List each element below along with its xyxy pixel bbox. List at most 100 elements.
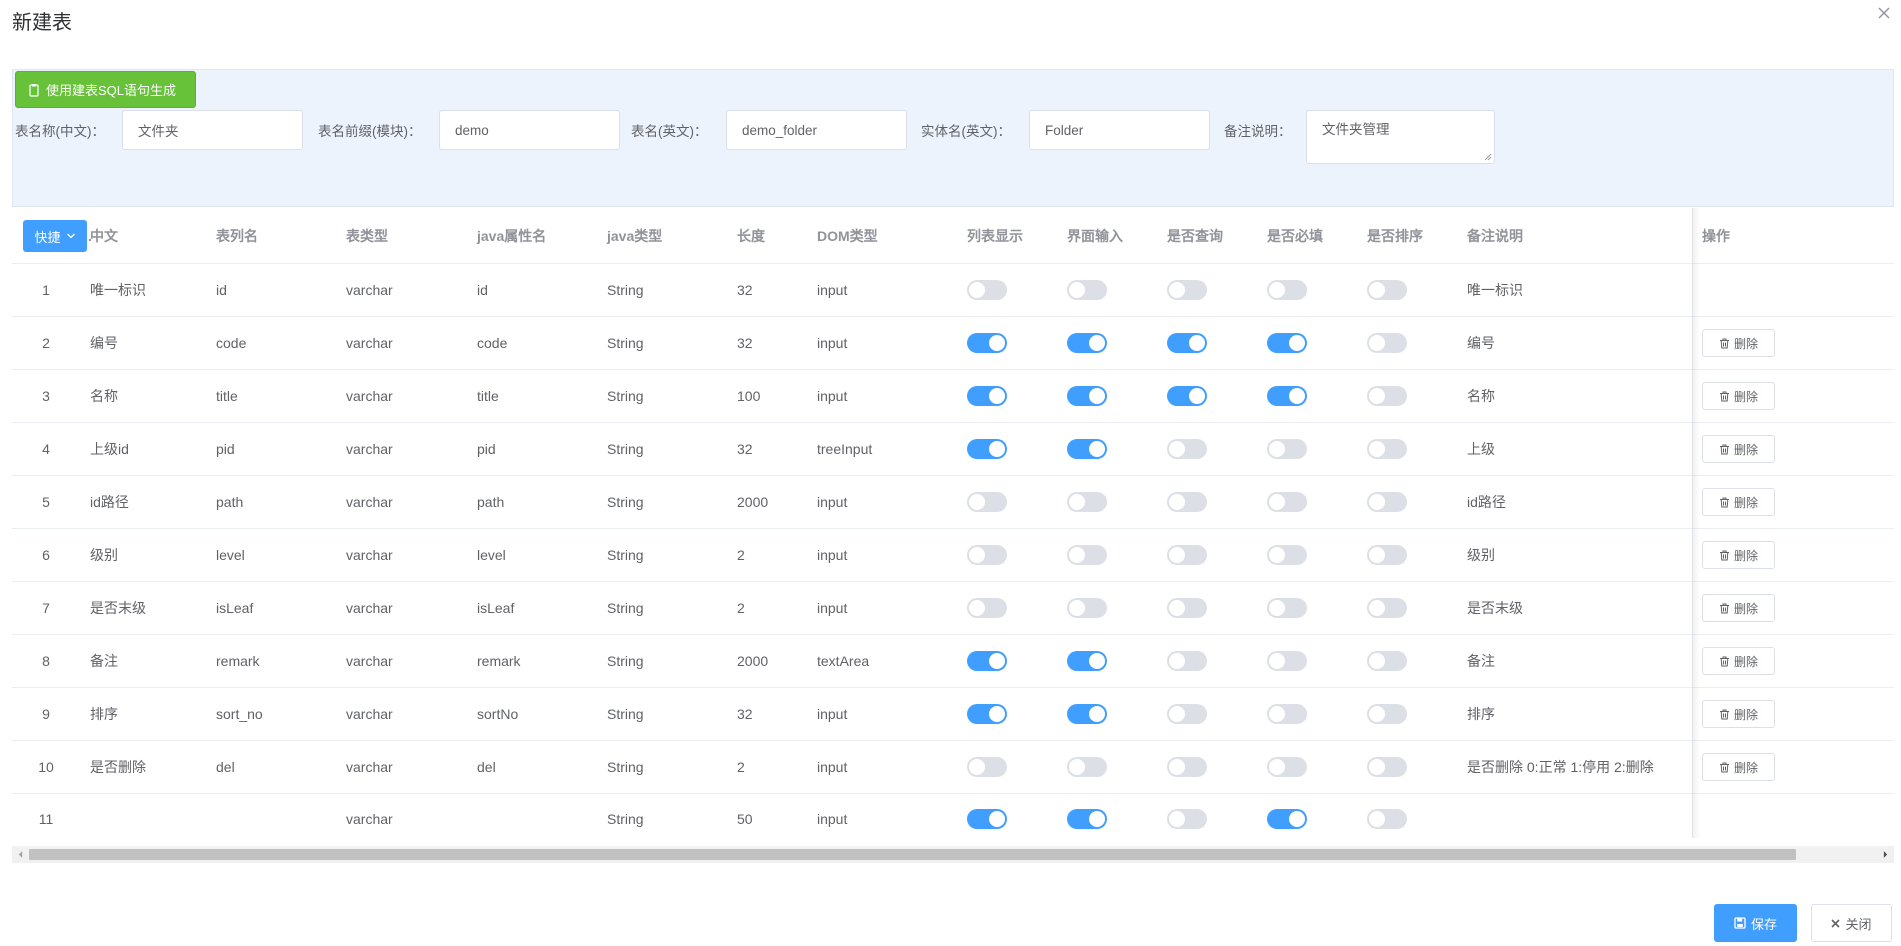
entity-name-input[interactable]: Folder: [1029, 110, 1210, 150]
table-prefix-input[interactable]: demo: [439, 110, 620, 150]
list-display-switch[interactable]: [967, 386, 1007, 406]
cell-java-type: String: [607, 547, 644, 563]
cell-remark: 级别: [1467, 547, 1495, 563]
delete-button[interactable]: 删除: [1702, 488, 1775, 516]
table-row: 11 varchar String 50 input: [12, 794, 1894, 838]
form-input-switch[interactable]: [1067, 280, 1107, 300]
delete-button[interactable]: 删除: [1702, 594, 1775, 622]
table-name-en-input[interactable]: demo_folder: [726, 110, 907, 150]
is-query-switch[interactable]: [1167, 651, 1207, 671]
delete-button[interactable]: 删除: [1702, 382, 1775, 410]
is-sort-switch[interactable]: [1367, 808, 1407, 829]
list-display-switch[interactable]: [967, 492, 1007, 512]
trash-icon: [1719, 603, 1729, 613]
is-query-switch[interactable]: [1167, 280, 1207, 300]
cell-is-required: [1267, 635, 1357, 687]
list-display-switch[interactable]: [967, 439, 1007, 459]
cell-form-input: [1067, 317, 1157, 369]
form-input-switch[interactable]: [1067, 757, 1107, 777]
quick-dropdown-button[interactable]: 快捷: [23, 220, 87, 252]
trash-icon: [1719, 550, 1729, 560]
cell-dom-type: input: [817, 810, 848, 827]
form-input-switch[interactable]: [1067, 598, 1107, 618]
is-query-switch[interactable]: [1167, 386, 1207, 406]
is-sort-switch[interactable]: [1367, 280, 1407, 300]
table-row: 2 编号 code varchar code String 32 input 编号 删除: [12, 317, 1894, 370]
cell-java-type: String: [607, 759, 644, 775]
list-display-switch[interactable]: [967, 280, 1007, 300]
is-sort-switch[interactable]: [1367, 333, 1407, 353]
cell-remark: 是否末级: [1467, 600, 1523, 616]
is-required-switch[interactable]: [1267, 704, 1307, 724]
list-display-switch[interactable]: [967, 598, 1007, 618]
cell-is-required: [1267, 476, 1357, 528]
is-sort-switch[interactable]: [1367, 545, 1407, 565]
form-input-switch[interactable]: [1067, 333, 1107, 353]
is-query-switch[interactable]: [1167, 757, 1207, 777]
is-required-switch[interactable]: [1267, 545, 1307, 565]
cell-list-display: [967, 794, 1057, 838]
list-display-switch[interactable]: [967, 545, 1007, 565]
close-button[interactable]: 关闭: [1811, 904, 1892, 942]
scrollbar-thumb[interactable]: [29, 849, 1796, 860]
table-info-form: 使用建表SQL语句生成 表名称(中文)： 文件夹 表名前缀(模块)： demo …: [12, 69, 1894, 207]
list-display-switch[interactable]: [967, 757, 1007, 777]
is-sort-switch[interactable]: [1367, 598, 1407, 618]
is-required-switch[interactable]: [1267, 280, 1307, 300]
cell-chinese-name: 备注: [90, 653, 118, 669]
is-sort-switch[interactable]: [1367, 386, 1407, 406]
is-query-switch[interactable]: [1167, 808, 1207, 829]
form-input-switch[interactable]: [1067, 386, 1107, 406]
cell-form-input: [1067, 264, 1157, 316]
is-sort-switch[interactable]: [1367, 439, 1407, 459]
is-required-switch[interactable]: [1267, 386, 1307, 406]
form-input-switch[interactable]: [1067, 651, 1107, 671]
cell-java-property: sortNo: [477, 706, 519, 722]
delete-button[interactable]: 删除: [1702, 329, 1775, 357]
delete-button[interactable]: 删除: [1702, 435, 1775, 463]
list-display-switch[interactable]: [967, 808, 1007, 829]
list-display-switch[interactable]: [967, 651, 1007, 671]
cell-list-display: [967, 370, 1057, 422]
is-query-switch[interactable]: [1167, 598, 1207, 618]
list-display-switch[interactable]: [967, 704, 1007, 724]
form-input-switch[interactable]: [1067, 808, 1107, 829]
is-required-switch[interactable]: [1267, 598, 1307, 618]
generate-from-sql-button[interactable]: 使用建表SQL语句生成: [15, 71, 196, 108]
is-query-switch[interactable]: [1167, 545, 1207, 565]
form-input-switch[interactable]: [1067, 545, 1107, 565]
resize-grip-icon[interactable]: [1484, 153, 1492, 161]
is-required-switch[interactable]: [1267, 757, 1307, 777]
delete-button[interactable]: 删除: [1702, 541, 1775, 569]
is-sort-switch[interactable]: [1367, 757, 1407, 777]
form-input-switch[interactable]: [1067, 492, 1107, 512]
is-query-switch[interactable]: [1167, 492, 1207, 512]
form-input-switch[interactable]: [1067, 704, 1107, 724]
is-required-switch[interactable]: [1267, 333, 1307, 353]
delete-button[interactable]: 删除: [1702, 647, 1775, 675]
table-row: 10 是否删除 del varchar del String 2 input 是否删除 0:正常…: [12, 741, 1894, 794]
is-sort-switch[interactable]: [1367, 704, 1407, 724]
delete-button[interactable]: 删除: [1702, 753, 1775, 781]
is-sort-switch[interactable]: [1367, 651, 1407, 671]
is-query-switch[interactable]: [1167, 439, 1207, 459]
is-required-switch[interactable]: [1267, 492, 1307, 512]
save-button[interactable]: 保存: [1714, 904, 1797, 942]
remark-textarea[interactable]: 文件夹管理: [1306, 110, 1495, 164]
delete-button[interactable]: 删除: [1702, 700, 1775, 728]
close-icon[interactable]: [1875, 4, 1893, 22]
is-query-switch[interactable]: [1167, 333, 1207, 353]
is-required-switch[interactable]: [1267, 439, 1307, 459]
is-sort-switch[interactable]: [1367, 492, 1407, 512]
dialog-title: 新建表: [12, 12, 72, 34]
scroll-right-arrow-icon[interactable]: [1877, 846, 1894, 863]
cell-form-input: [1067, 529, 1157, 581]
table-name-cn-input[interactable]: 文件夹: [122, 110, 303, 150]
is-required-switch[interactable]: [1267, 651, 1307, 671]
list-display-switch[interactable]: [967, 333, 1007, 353]
form-input-switch[interactable]: [1067, 439, 1107, 459]
is-required-switch[interactable]: [1267, 808, 1307, 829]
scroll-left-arrow-icon[interactable]: [12, 846, 29, 863]
is-query-switch[interactable]: [1167, 704, 1207, 724]
horizontal-scrollbar[interactable]: [12, 846, 1894, 863]
